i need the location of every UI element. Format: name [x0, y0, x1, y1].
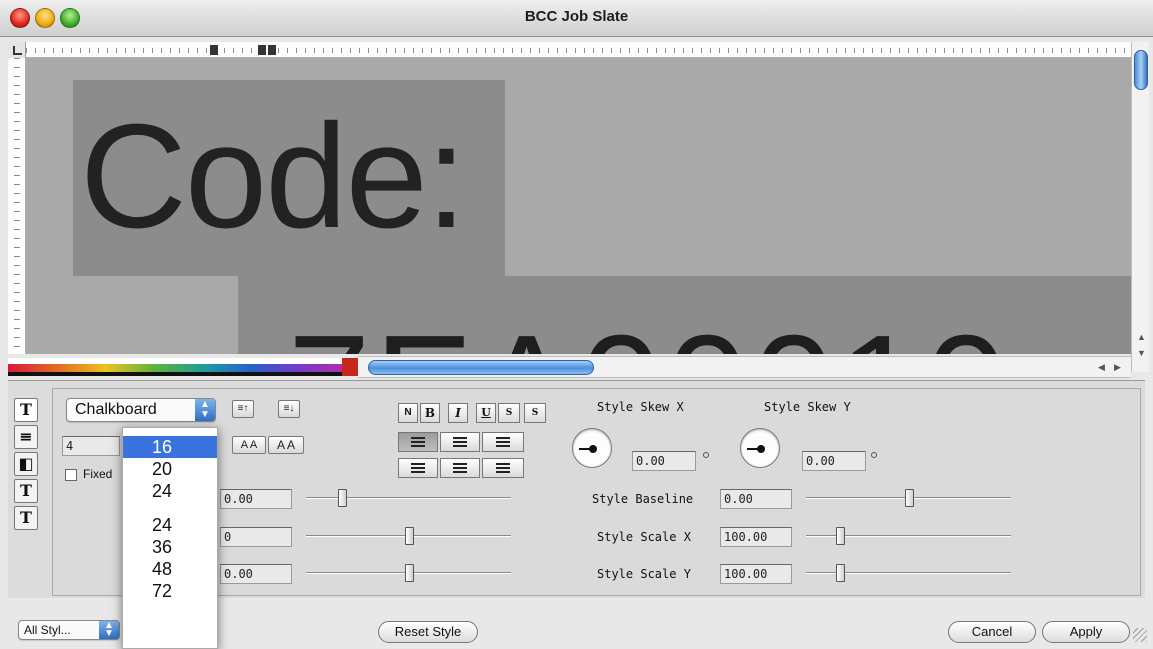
- apply-button[interactable]: Apply: [1042, 621, 1130, 643]
- scroll-arrow-right-icon[interactable]: ▶: [1114, 362, 1121, 373]
- horizontal-scroll-thumb[interactable]: [368, 360, 594, 375]
- horizontal-scrollbar[interactable]: ◀ ▶: [358, 356, 1131, 378]
- size-option[interactable]: 20: [123, 458, 217, 480]
- justify-right-icon: [496, 463, 510, 473]
- style-preset-value: All Styl...: [24, 623, 71, 637]
- title-bar: BCC Job Slate: [0, 0, 1153, 37]
- scroll-arrow-up-icon[interactable]: ▲: [1137, 332, 1146, 342]
- vertical-ruler: [8, 58, 26, 354]
- tab-stop-marker[interactable]: [210, 45, 218, 55]
- style-preset-popup[interactable]: All Styl... ▲ ▼: [18, 620, 120, 640]
- scroll-arrow-down-icon[interactable]: ▼: [1137, 348, 1146, 358]
- dial-hub: [589, 445, 597, 453]
- justify-center-button[interactable]: [440, 458, 480, 478]
- tab-stop-marker[interactable]: [268, 45, 276, 55]
- spacing-slider-thumb[interactable]: [405, 564, 414, 582]
- align-left-icon: [411, 437, 425, 447]
- skew-y-label: Style Skew Y: [764, 400, 851, 414]
- normal-style-button[interactable]: N: [398, 403, 418, 423]
- align-right-button[interactable]: [482, 432, 524, 452]
- align-center-icon: [453, 437, 467, 447]
- degree-icon: [871, 452, 877, 458]
- tracking-slider-thumb[interactable]: [338, 489, 347, 507]
- text-tab-icon[interactable]: T: [14, 398, 38, 422]
- size-option[interactable]: 24: [123, 480, 217, 502]
- justify-left-button[interactable]: [398, 458, 438, 478]
- dial-hub: [757, 445, 765, 453]
- text-preview-canvas[interactable]: Code: 7EA00010: [26, 58, 1131, 354]
- reset-style-button[interactable]: Reset Style: [378, 621, 478, 643]
- color-spectrum-bar[interactable]: [8, 358, 358, 376]
- size-option[interactable]: 16: [123, 436, 217, 458]
- scale-x-slider-thumb[interactable]: [836, 527, 845, 545]
- fixed-checkbox[interactable]: [65, 469, 77, 481]
- fixed-label: Fixed: [83, 467, 113, 481]
- resize-grip-icon[interactable]: [1133, 628, 1147, 642]
- scale-y-slider-thumb[interactable]: [836, 564, 845, 582]
- scale-y-field[interactable]: 100.00: [720, 564, 792, 584]
- window-title: BCC Job Slate: [524, 8, 629, 25]
- paragraph-tab-icon[interactable]: ≡: [14, 425, 38, 449]
- degree-icon: [703, 452, 709, 458]
- ruler-tab-type-icon[interactable]: [8, 42, 26, 58]
- outline-tab-icon[interactable]: T: [14, 479, 38, 503]
- justify-right-button[interactable]: [482, 458, 524, 478]
- align-right-icon: [496, 437, 510, 447]
- scale-y-label: Style Scale Y: [597, 567, 691, 581]
- leading-up-button[interactable]: ≡↑: [232, 400, 254, 418]
- font-name-popup[interactable]: Chalkboard ▲ ▼: [66, 398, 216, 422]
- size-option[interactable]: 24: [123, 514, 217, 536]
- popup-stepper-icon: ▲ ▼: [99, 621, 119, 639]
- vertical-scroll-thumb[interactable]: [1134, 50, 1148, 90]
- size-option[interactable]: 72: [123, 580, 217, 602]
- underline-style-button[interactable]: U: [476, 403, 496, 423]
- preview-line-1: Code:: [80, 94, 467, 259]
- italic-style-button[interactable]: I: [448, 403, 468, 423]
- baseline-slider-thumb[interactable]: [905, 489, 914, 507]
- horizontal-ruler[interactable]: [8, 42, 1131, 58]
- fill-tab-icon[interactable]: ◧: [14, 452, 38, 476]
- justify-center-icon: [453, 463, 467, 473]
- kerning-slider-thumb[interactable]: [405, 527, 414, 545]
- scale-x-field[interactable]: 100.00: [720, 527, 792, 547]
- font-size-dropdown[interactable]: 16 20 24 24 36 48 72: [122, 427, 218, 649]
- justify-left-icon: [411, 463, 425, 473]
- scale-x-label: Style Scale X: [597, 530, 691, 544]
- tracking-slider-track[interactable]: [306, 497, 511, 499]
- align-left-button[interactable]: [398, 432, 438, 452]
- spacing-field[interactable]: 0.00: [220, 564, 292, 584]
- skew-y-field[interactable]: 0.00: [802, 451, 866, 471]
- skew-x-field[interactable]: 0.00: [632, 451, 696, 471]
- scroll-arrow-left-icon[interactable]: ◀: [1098, 362, 1105, 373]
- menu-separator: [123, 502, 217, 514]
- leading-down-button[interactable]: ≡↓: [278, 400, 300, 418]
- superscript-button[interactable]: S: [498, 403, 520, 423]
- shadow-tab-icon[interactable]: T: [14, 506, 38, 530]
- panel-tabs: T ≡ ◧ T T: [14, 398, 38, 533]
- baseline-field[interactable]: 0.00: [720, 489, 792, 509]
- skew-y-dial[interactable]: [740, 428, 780, 468]
- baseline-label: Style Baseline: [592, 492, 694, 506]
- vertical-scrollbar[interactable]: ▲ ▼: [1131, 42, 1149, 372]
- tracking-field[interactable]: 0.00: [220, 489, 292, 509]
- large-caps-button[interactable]: A A: [268, 436, 304, 454]
- align-center-button[interactable]: [440, 432, 480, 452]
- color-spectrum-end-swatch[interactable]: [342, 358, 358, 376]
- kerning-field[interactable]: 0: [220, 527, 292, 547]
- size-option[interactable]: 48: [123, 558, 217, 580]
- font-name-value: Chalkboard: [75, 401, 157, 418]
- skew-x-dial[interactable]: [572, 428, 612, 468]
- cancel-button[interactable]: Cancel: [948, 621, 1036, 643]
- subscript-button[interactable]: S: [524, 403, 546, 423]
- font-size-field[interactable]: 4: [62, 436, 120, 456]
- skew-x-label: Style Skew X: [597, 400, 684, 414]
- popup-stepper-icon: ▲ ▼: [195, 399, 215, 421]
- dropdown-top-padding: [123, 428, 217, 436]
- tab-stop-marker[interactable]: [258, 45, 266, 55]
- bold-style-button[interactable]: B: [420, 403, 440, 423]
- preview-line-2: 7EA00010: [288, 314, 1011, 355]
- small-caps-button[interactable]: A A: [232, 436, 266, 454]
- size-option[interactable]: 36: [123, 536, 217, 558]
